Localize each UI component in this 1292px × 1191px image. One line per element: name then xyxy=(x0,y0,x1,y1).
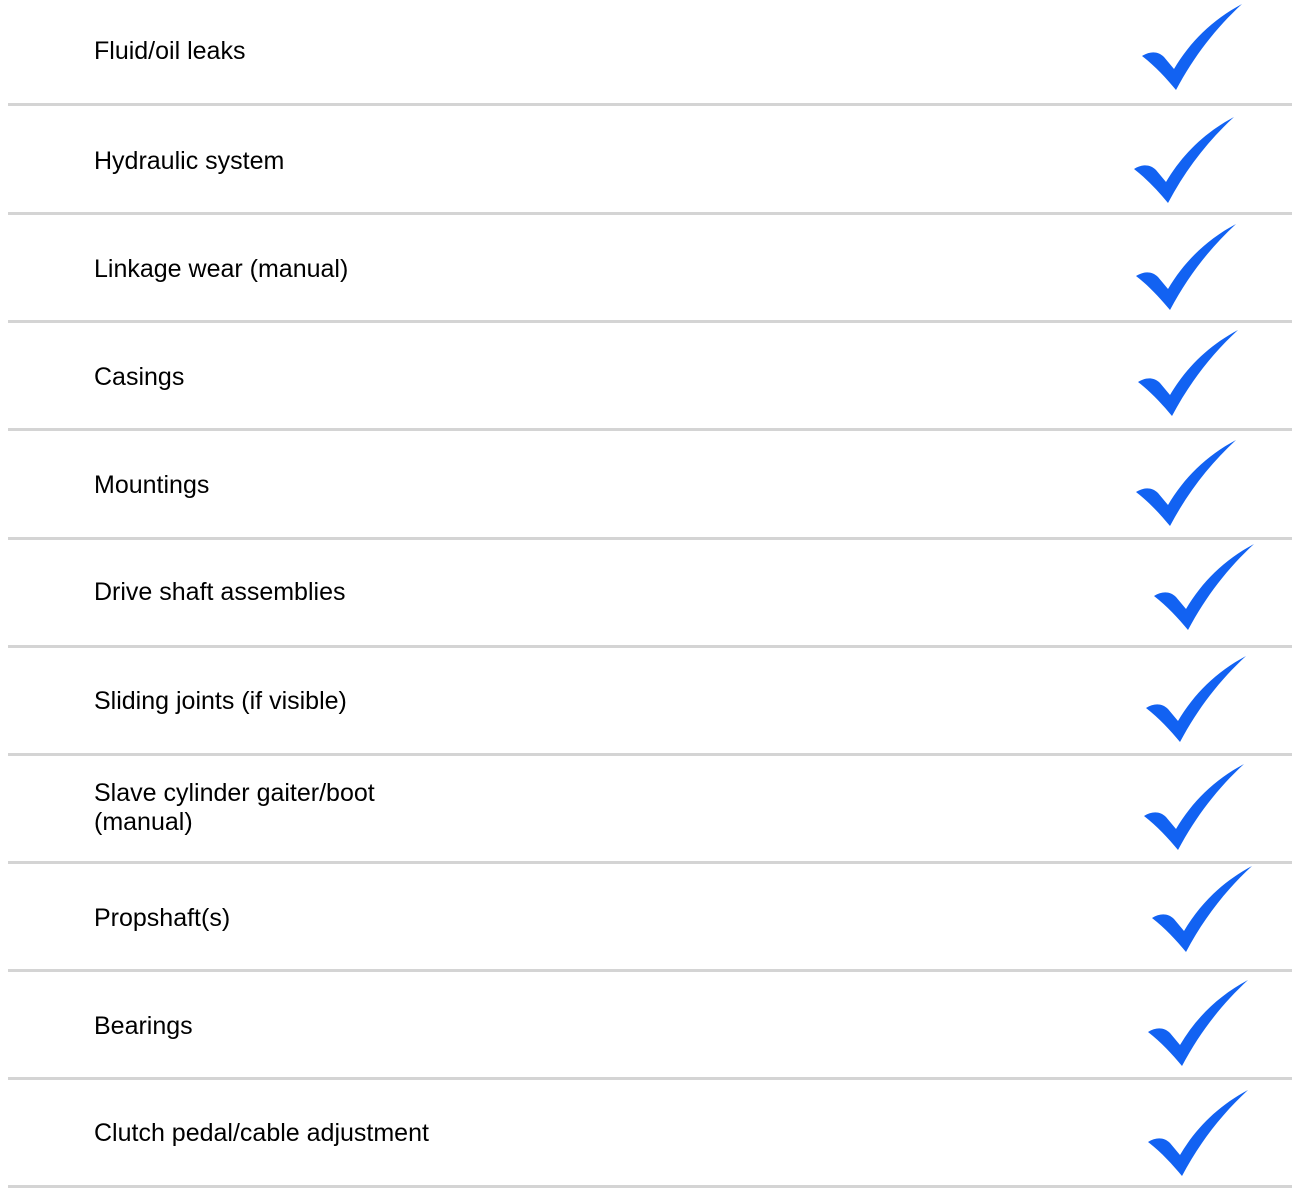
divider xyxy=(8,428,1292,431)
checkmark-icon xyxy=(1122,224,1242,314)
checklist-item-label: Linkage wear (manual) xyxy=(94,255,349,283)
divider xyxy=(8,103,1292,106)
checklist-item-label: Clutch pedal/cable adjustment xyxy=(94,1119,429,1147)
checkmark-icon xyxy=(1124,330,1244,420)
divider xyxy=(8,1077,1292,1080)
checkmark-icon xyxy=(1132,656,1252,746)
checkmark-icon xyxy=(1130,764,1250,854)
checklist-item-label: Mountings xyxy=(94,471,210,499)
divider xyxy=(8,645,1292,648)
divider xyxy=(8,1185,1292,1188)
checklist-item-label: Casings xyxy=(94,363,185,391)
divider xyxy=(8,320,1292,323)
checklist-item-label: Hydraulic system xyxy=(94,147,285,175)
checklist-item-label: Fluid/oil leaks xyxy=(94,37,246,65)
checkmark-icon xyxy=(1134,980,1254,1070)
divider xyxy=(8,537,1292,540)
checkmark-icon xyxy=(1138,866,1258,956)
checkmark-icon xyxy=(1128,4,1248,94)
divider xyxy=(8,753,1292,756)
checklist: Fluid/oil leaks Hydraulic system Linkage… xyxy=(8,0,1292,1191)
checklist-item-label: Drive shaft assemblies xyxy=(94,578,346,606)
checklist-item-label: Propshaft(s) xyxy=(94,904,231,932)
checklist-item-label: Bearings xyxy=(94,1012,193,1040)
checkmark-icon xyxy=(1120,117,1240,207)
checkmark-icon xyxy=(1140,544,1260,634)
checkmark-icon xyxy=(1134,1090,1254,1180)
checklist-item-label: Sliding joints (if visible) xyxy=(94,687,347,715)
divider xyxy=(8,969,1292,972)
divider xyxy=(8,861,1292,864)
checkmark-icon xyxy=(1122,440,1242,530)
divider xyxy=(8,212,1292,215)
checklist-item-label: Slave cylinder gaiter/boot (manual) xyxy=(94,779,375,836)
